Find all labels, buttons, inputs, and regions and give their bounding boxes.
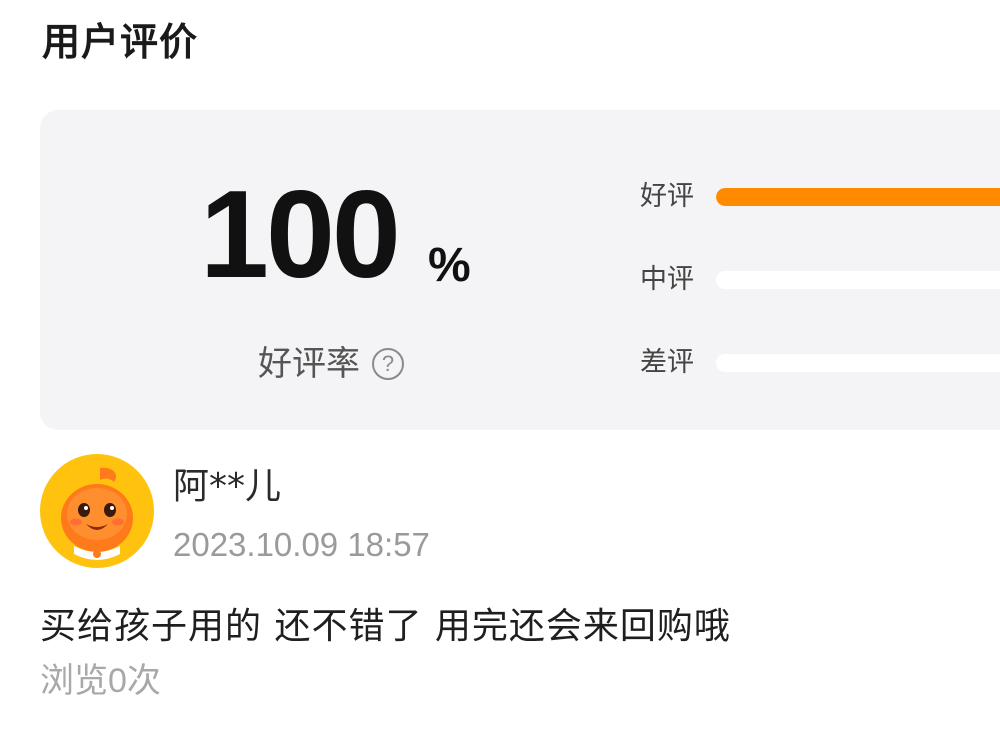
review-text: 买给孩子用的 还不错了 用完还会来回购哦 [40, 606, 731, 647]
positive-rate-value: 100 [200, 166, 401, 304]
positive-rate-label-row: 好评率 ? [258, 338, 404, 390]
rating-bar-row-good: 好评 [640, 175, 1000, 219]
view-count-prefix: 浏览 [40, 661, 108, 701]
rating-bar-label: 差评 [640, 347, 694, 378]
positive-rate-unit: % [428, 239, 471, 292]
rating-bar-label: 中评 [640, 264, 694, 295]
rating-bar-row-bad: 差评 [640, 341, 1000, 385]
section-title: 用户评价 [42, 20, 199, 64]
view-count-value: 0 [108, 662, 127, 700]
view-count: 浏览0次 [40, 656, 161, 706]
rating-bar-fill [716, 188, 1000, 206]
rating-bar-track [716, 188, 1000, 206]
positive-rate-block: 100 % 好评率 ? [200, 170, 500, 400]
question-circle-icon[interactable]: ? [372, 348, 404, 380]
avatar[interactable] [40, 454, 154, 568]
rating-bar-label: 好评 [640, 181, 694, 212]
review-timestamp: 2023.10.09 18:57 [173, 526, 430, 563]
rating-distribution: 好评 中评 差评 [640, 165, 1000, 378]
rating-summary-card[interactable]: 100 % 好评率 ? 好评 中评 差评 [40, 110, 1000, 430]
rating-bar-track [716, 354, 1000, 372]
rating-bar-row-neutral: 中评 [640, 258, 1000, 302]
review-item: 阿**儿 2023.10.09 18:57 买给孩子用的 还不错了 用完还会来回… [40, 450, 1000, 730]
reviewer-name: 阿**儿 [173, 466, 282, 507]
reviews-page: 用户评价 100 % 好评率 ? 好评 中评 差评 阿**儿 2023.10.0… [0, 0, 1000, 742]
view-count-suffix: 次 [126, 661, 161, 701]
positive-rate-label: 好评率 [258, 344, 360, 384]
rating-bar-track [716, 271, 1000, 289]
